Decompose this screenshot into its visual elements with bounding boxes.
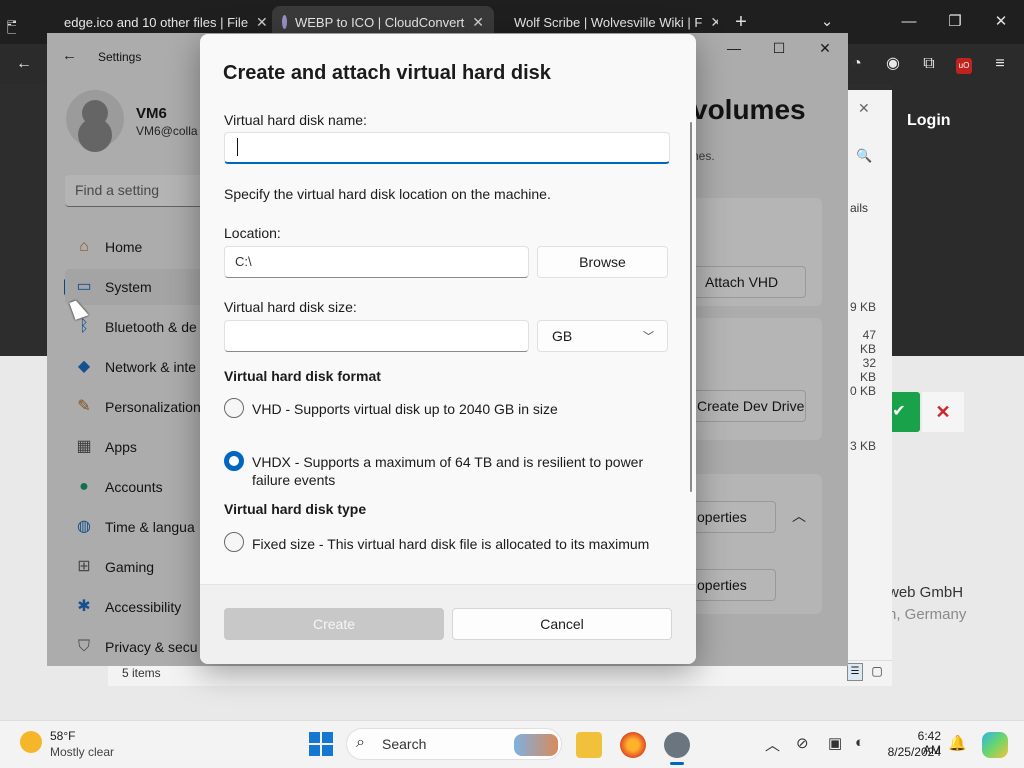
company-location: h, Germany [888, 606, 967, 623]
create-vhd-dialog: Create and attach virtual hard disk Virt… [200, 34, 696, 664]
items-count: 5 items [122, 666, 161, 680]
browser-restore-icon[interactable]: ❐ [940, 8, 970, 36]
copilot-icon[interactable] [982, 732, 1008, 758]
file-size: 47 KB [859, 328, 876, 356]
location-label: Location: [224, 225, 281, 241]
type-heading: Virtual hard disk type [224, 501, 367, 517]
tab-title: Wolf Scribe | Wolvesville Wiki | F [514, 14, 703, 30]
volume-icon[interactable]: ◐ [855, 734, 864, 751]
size-input[interactable] [224, 320, 529, 352]
performance-icon[interactable]: ◔ [845, 52, 869, 76]
browse-button[interactable]: Browse [537, 246, 668, 278]
dialog-title: Create and attach virtual hard disk [223, 62, 551, 84]
tiles-view-icon[interactable]: ▢ [869, 663, 885, 681]
explorer-search-icon[interactable]: 🔍 [856, 148, 872, 164]
file-size: 9 KB [849, 300, 876, 314]
explorer-details-label: ails [850, 201, 869, 215]
file-size: 0 KB [849, 384, 876, 398]
browser-minimize-icon[interactable]: — [894, 8, 924, 36]
weather-temperature[interactable]: 58°F [50, 729, 75, 743]
vhd-radio[interactable] [224, 398, 244, 418]
profile-icon[interactable]: ◉ [881, 52, 905, 76]
taskbar-search-label: Search [382, 736, 427, 752]
tab-title: WEBP to ICO | CloudConvert [294, 14, 465, 30]
browser-close-icon[interactable]: ✕ [986, 8, 1016, 36]
cloudconvert-icon [282, 15, 287, 29]
dialog-scrollbar[interactable] [690, 122, 692, 492]
search-icon: ⌕ [356, 734, 365, 751]
extensions-icon[interactable]: ⧉ [917, 52, 941, 76]
weather-moon-icon[interactable] [20, 731, 42, 753]
vhd-name-input[interactable] [224, 132, 670, 164]
chevron-down-icon: ﹀ [643, 331, 654, 343]
vhdx-radio[interactable] [224, 451, 244, 471]
vhd-name-label: Virtual hard disk name: [224, 112, 367, 128]
text-caret [237, 138, 238, 156]
clock-date[interactable]: 8/25/2024 [870, 745, 941, 759]
fixed-size-radio[interactable] [224, 532, 244, 552]
vhdx-radio-label: VHDX - Supports a maximum of 64 TB and i… [252, 454, 644, 488]
browser-menu-icon[interactable]: ≡ [988, 52, 1012, 76]
notification-bell-icon[interactable]: 🔔 [948, 734, 967, 752]
new-tab-button[interactable]: + [726, 8, 756, 36]
search-highlight-icon[interactable] [514, 734, 558, 756]
tab-close-icon[interactable]: ✕ [472, 14, 484, 31]
tab-list-chevron-icon[interactable]: ⌄ [812, 8, 842, 36]
start-windows-icon[interactable] [309, 732, 333, 756]
create-button[interactable]: Create [224, 608, 444, 640]
tab-close-icon[interactable]: ✕ [256, 14, 268, 31]
reject-x-button[interactable]: ✕ [922, 392, 964, 432]
location-input[interactable]: C:\ [224, 246, 529, 278]
file-size: 3 KB [849, 439, 876, 453]
tab-actions-icon[interactable]: 🗂 [6, 10, 16, 42]
size-label: Virtual hard disk size: [224, 299, 357, 315]
file-explorer-icon[interactable] [576, 732, 602, 758]
fixed-size-radio-label: Fixed size - This virtual hard disk file… [252, 536, 650, 552]
tab-close-icon[interactable]: ✕ [710, 14, 718, 31]
company-name: web GmbH [888, 584, 964, 601]
show-hidden-icons-chevron-icon[interactable]: ︿ [765, 734, 780, 755]
tab-title: edge.ico and 10 other files | File [64, 14, 249, 30]
browser-back-icon[interactable]: ← [12, 52, 36, 76]
login-link[interactable]: Login [907, 112, 951, 130]
ublock-origin-icon[interactable]: uO [956, 58, 972, 74]
explorer-close-icon[interactable]: ✕ [858, 100, 870, 117]
details-view-icon[interactable]: ☰ [847, 663, 863, 681]
location-hint: Specify the virtual hard disk location o… [224, 186, 551, 202]
network-offline-icon[interactable]: ⊘ [796, 734, 809, 752]
format-heading: Virtual hard disk format [224, 368, 381, 384]
cancel-button[interactable]: Cancel [452, 608, 672, 640]
file-size: 32 KB [859, 356, 876, 384]
display-icon[interactable]: ▣ [828, 734, 842, 752]
active-app-indicator [670, 762, 684, 765]
settings-gear-icon[interactable] [664, 732, 690, 758]
vhd-radio-label: VHD - Supports virtual disk up to 2040 G… [252, 401, 558, 417]
firefox-icon[interactable] [620, 732, 646, 758]
weather-description[interactable]: Mostly clear [50, 745, 114, 759]
